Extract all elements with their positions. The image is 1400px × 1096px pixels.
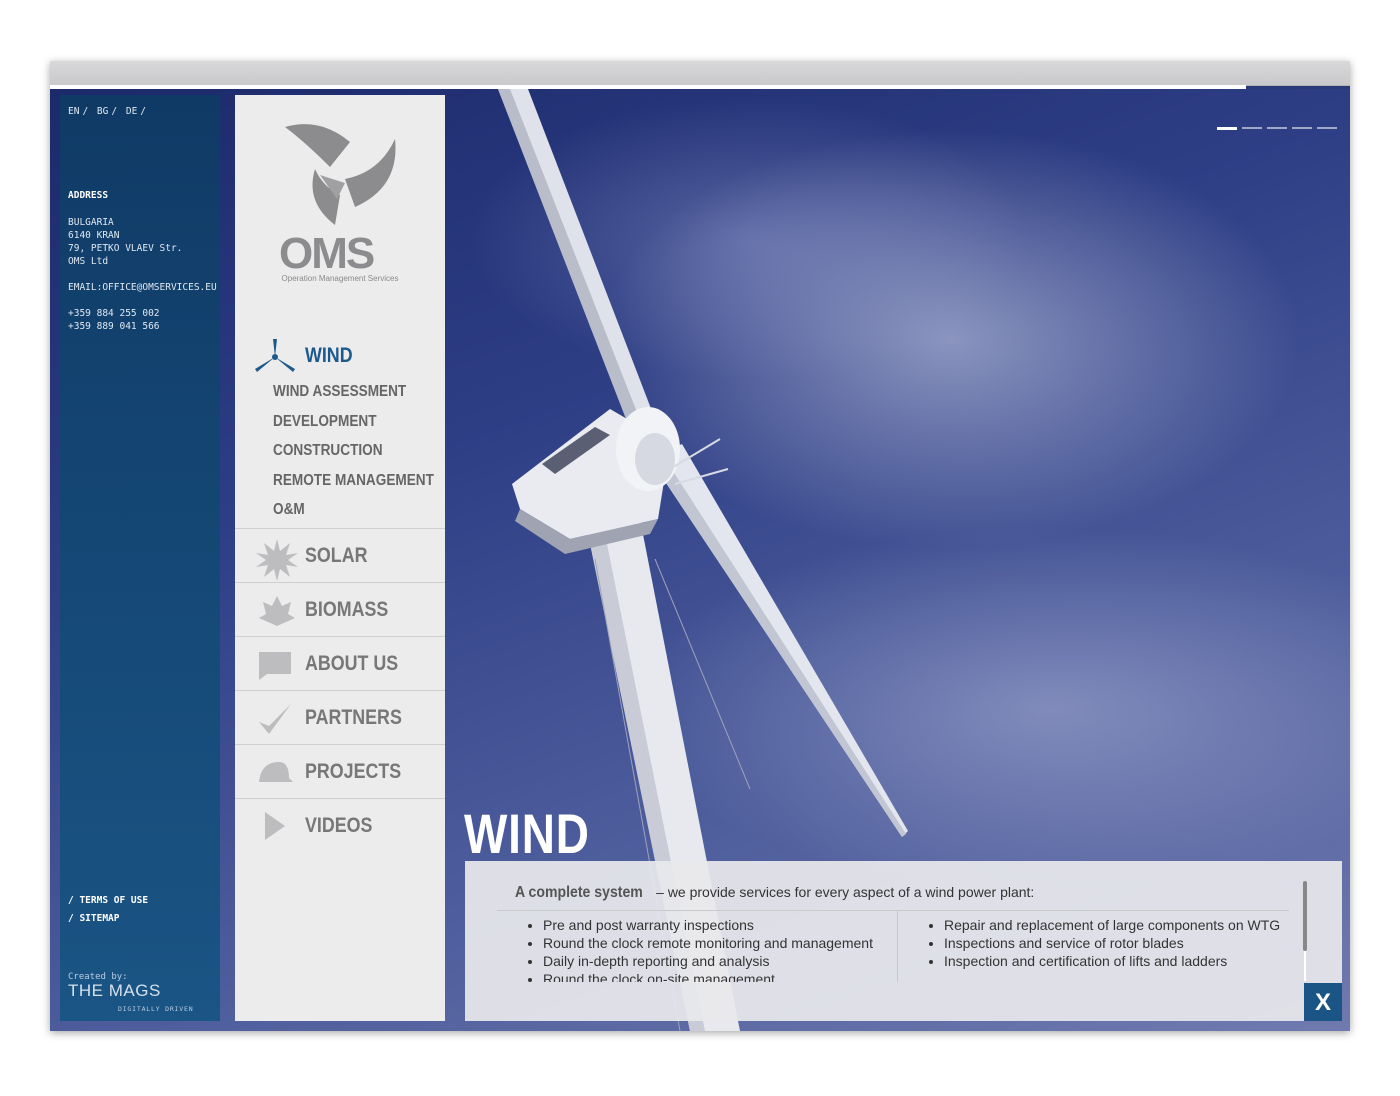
nav-wind-label: WIND (305, 344, 353, 367)
nav-projects-label: PROJECTS (305, 760, 402, 783)
footer-links: / TERMS OF USE / SITEMAP (68, 892, 148, 928)
list-item: Daily in-depth reporting and analysis (543, 952, 897, 970)
address-text: BULGARIA 6140 KRAN 79, PETKO VLAEV Str. … (68, 217, 183, 267)
oms-logo[interactable]: OMS (275, 117, 405, 282)
leaf-icon (259, 596, 295, 626)
nav-videos-label: VIDEOS (305, 814, 373, 837)
browser-frame: EN / BG / DE / ADDRESS BULGARIA 6140 KRAN 7… (50, 61, 1350, 1031)
nav-about-us-label: ABOUT US (305, 652, 399, 675)
content-panel: A complete system – we provide services … (465, 861, 1342, 1021)
oms-logo-tagline: Operation Management Services (281, 274, 399, 283)
wind-turbine-icon (255, 339, 295, 372)
the-mags-tagline: DIGITALLY DRIVEN (118, 1005, 194, 1013)
slide-dot-1[interactable] (1217, 127, 1237, 130)
intro-bold: A complete system (515, 884, 643, 901)
address-title: ADDRESS (68, 190, 109, 201)
hard-hat-icon (259, 762, 293, 782)
nav-projects[interactable]: PROJECTS (235, 744, 445, 798)
page-title: WIND (464, 802, 590, 865)
nav-wind[interactable]: WIND (235, 335, 445, 375)
play-icon (265, 812, 285, 840)
nav-videos[interactable]: VIDEOS (235, 798, 445, 852)
phone-1: +359 884 255 002 (68, 308, 160, 319)
nav-o-and-m[interactable]: O&M (273, 501, 305, 519)
checkmark-icon (259, 704, 291, 734)
oms-logo-text: OMS (279, 229, 375, 278)
list-item: Repair and replacement of large componen… (944, 916, 1289, 934)
intro-rest: – we provide services for every aspect o… (652, 884, 1035, 900)
list-item: Pre and post warranty inspections (543, 916, 897, 934)
slide-dot-5[interactable] (1317, 127, 1337, 129)
nav-development[interactable]: DEVELOPMENT (273, 413, 377, 431)
nav-solar-label: SOLAR (305, 544, 368, 567)
list-item: Inspection and certification of lifts an… (944, 952, 1289, 970)
list-item: Round the clock on-site management (543, 970, 897, 982)
sun-icon (256, 539, 298, 581)
nav-wind-assessment[interactable]: WIND ASSESSMENT (273, 383, 406, 401)
lang-de-link[interactable]: DE (126, 106, 137, 117)
lang-bg-link[interactable]: BG (97, 106, 108, 117)
nav-partners-label: PARTNERS (305, 706, 402, 729)
services-column-right: Repair and replacement of large componen… (897, 911, 1289, 982)
nav-about-us[interactable]: ABOUT US (235, 636, 445, 690)
slide-dot-3[interactable] (1267, 127, 1287, 129)
list-item: Inspections and service of rotor blades (944, 934, 1289, 952)
slide-dot-4[interactable] (1292, 127, 1312, 129)
close-button[interactable]: X (1304, 983, 1342, 1021)
scrollbar-thumb[interactable] (1303, 881, 1307, 951)
contact-sidebar: EN / BG / DE / ADDRESS BULGARIA 6140 KRAN 7… (60, 95, 220, 1021)
slide-dot-2[interactable] (1242, 127, 1262, 129)
language-switcher: EN / BG / DE / (68, 106, 147, 117)
speech-bubble-icon (259, 652, 291, 680)
nav-remote-management[interactable]: REMOTE MANAGEMENT (273, 472, 434, 490)
services-column-left: Pre and post warranty inspections Round … (497, 911, 897, 982)
intro-text: A complete system – we provide services … (515, 884, 1034, 902)
the-mags-logo[interactable]: THE MAGS (68, 982, 161, 999)
lang-en-link[interactable]: EN (68, 106, 79, 117)
nav-construction[interactable]: CONSTRUCTION (273, 442, 383, 460)
top-bar (50, 61, 1350, 86)
phone-numbers: +359 884 255 002 +359 889 041 566 (68, 307, 160, 333)
nav-solar[interactable]: SOLAR (235, 528, 445, 582)
phone-2: +359 889 041 566 (68, 321, 160, 332)
terms-of-use-link[interactable]: / TERMS OF USE (68, 892, 148, 910)
main-navigation: OMS Operation Management Services WIND W… (235, 95, 445, 1021)
list-item: Round the clock remote monitoring and ma… (543, 934, 897, 952)
nav-partners[interactable]: PARTNERS (235, 690, 445, 744)
slide-indicator (1217, 127, 1337, 130)
services-list: Pre and post warranty inspections Round … (497, 910, 1289, 982)
nav-biomass[interactable]: BIOMASS (235, 582, 445, 636)
email-link[interactable]: EMAIL:OFFICE@OMSERVICES.EU (68, 281, 217, 294)
nav-biomass-label: BIOMASS (305, 598, 389, 621)
sitemap-link[interactable]: / SITEMAP (68, 910, 148, 928)
